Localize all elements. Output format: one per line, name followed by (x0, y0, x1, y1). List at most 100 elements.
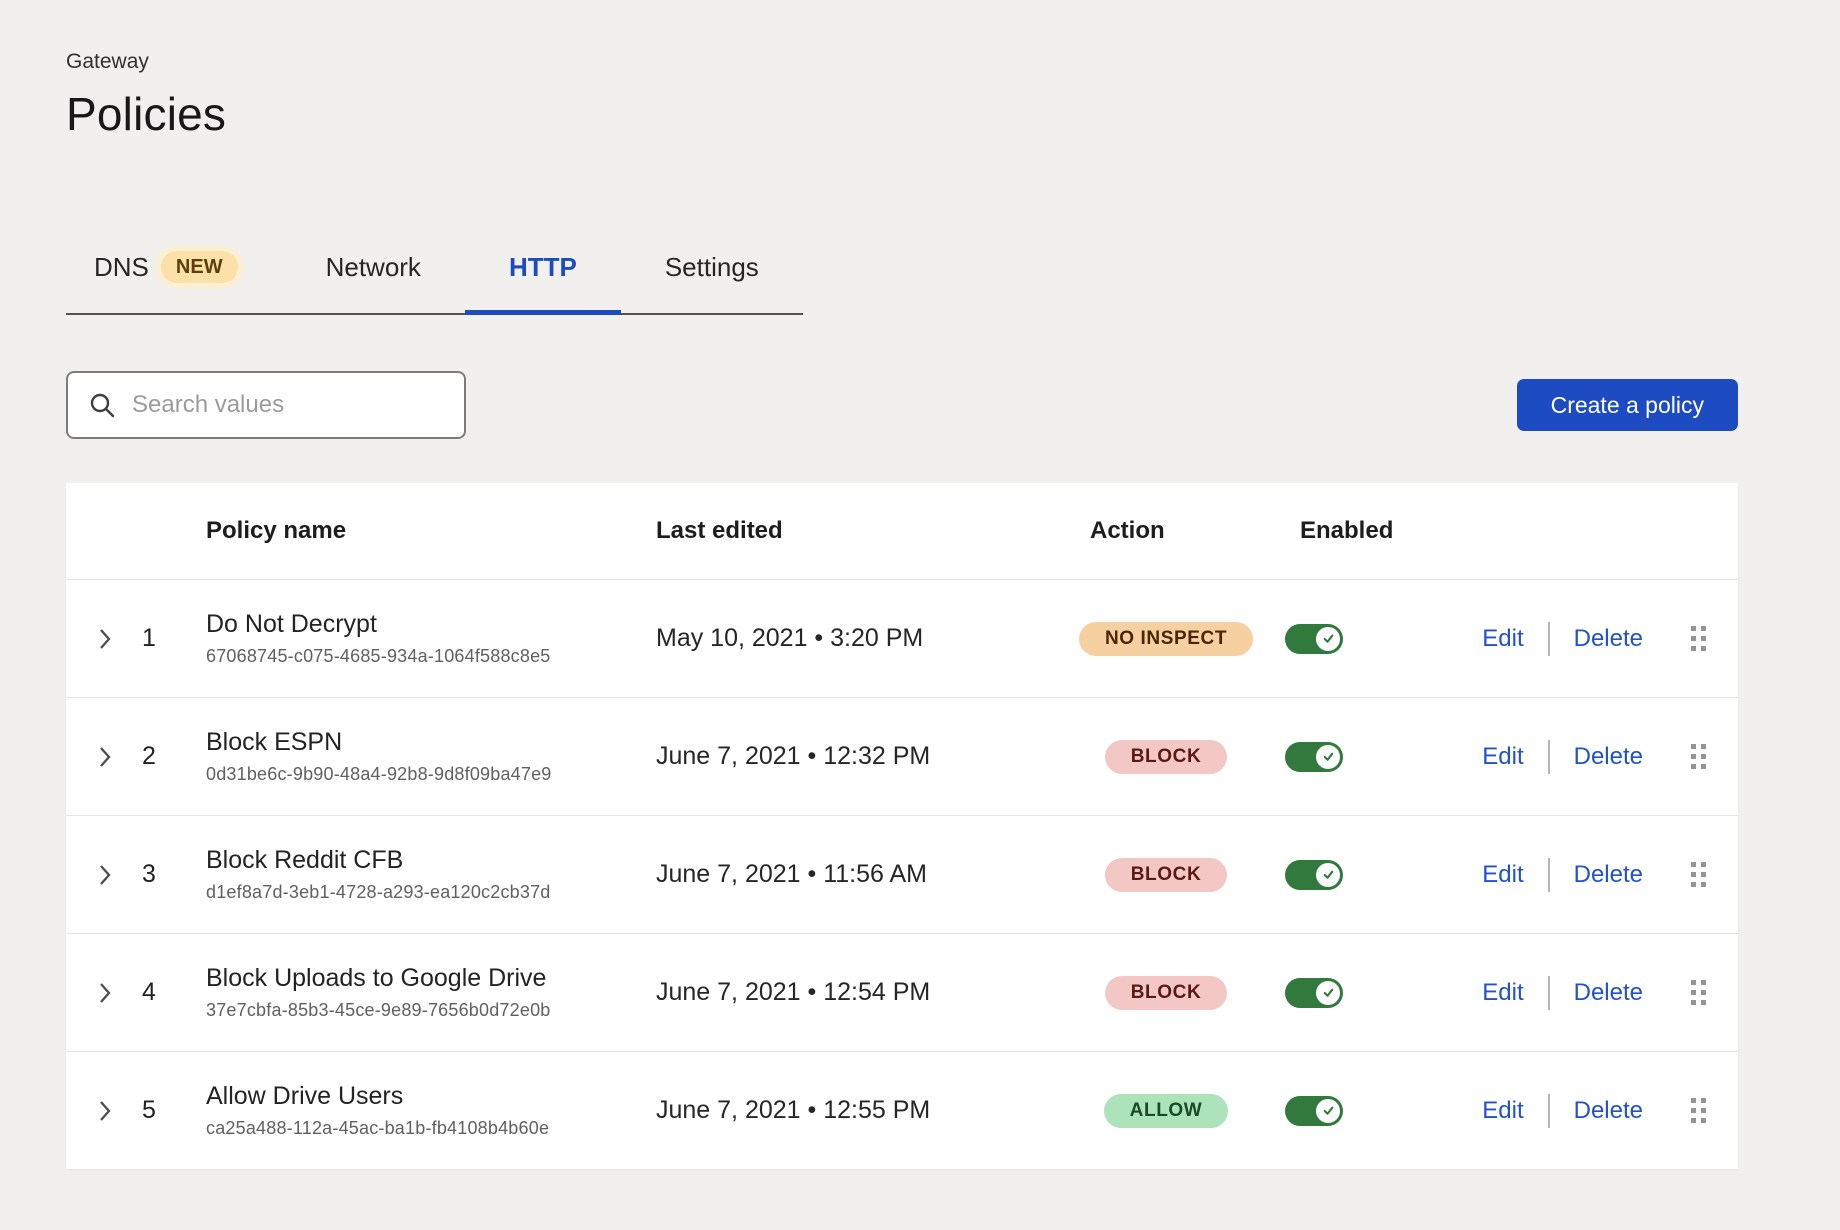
breadcrumb: Gateway (66, 50, 1738, 74)
edit-link[interactable]: Edit (1482, 979, 1523, 1007)
search-input[interactable] (132, 391, 444, 419)
link-divider (1548, 622, 1550, 656)
delete-link[interactable]: Delete (1574, 979, 1643, 1007)
expand-row-button[interactable] (66, 626, 142, 652)
tab-http[interactable]: HTTP (465, 251, 621, 313)
tab-dns-label: DNS (94, 251, 149, 283)
check-icon (1321, 867, 1336, 882)
table-row: 1 Do Not Decrypt 67068745-c075-4685-934a… (66, 579, 1738, 697)
delete-link[interactable]: Delete (1574, 1097, 1643, 1125)
tab-settings[interactable]: Settings (621, 251, 803, 313)
check-icon (1321, 631, 1336, 646)
drag-handle-icon[interactable] (1691, 862, 1706, 887)
chevron-right-icon (97, 862, 112, 888)
expand-row-button[interactable] (66, 862, 142, 888)
check-icon (1321, 1103, 1336, 1118)
edit-link[interactable]: Edit (1482, 1097, 1523, 1125)
policy-uuid: 67068745-c075-4685-934a-1064f588c8e5 (206, 646, 656, 667)
delete-link[interactable]: Delete (1574, 861, 1643, 889)
column-header-action: Action (1066, 517, 1266, 545)
row-index: 2 (142, 742, 206, 771)
delete-link[interactable]: Delete (1574, 625, 1643, 653)
table-header-row: Policy name Last edited Action Enabled (66, 483, 1738, 579)
policy-name: Allow Drive Users (206, 1082, 656, 1111)
policy-name: Block ESPN (206, 728, 656, 757)
policy-uuid: 0d31be6c-9b90-48a4-92b8-9d8f09ba47e9 (206, 764, 656, 785)
tab-network[interactable]: Network (282, 251, 465, 313)
toggle-knob (1316, 863, 1340, 887)
policy-name: Block Uploads to Google Drive (206, 964, 656, 993)
search-box[interactable] (66, 371, 466, 439)
link-divider (1548, 976, 1550, 1010)
table-row: 3 Block Reddit CFB d1ef8a7d-3eb1-4728-a2… (66, 815, 1738, 933)
table-row: 5 Allow Drive Users ca25a488-112a-45ac-b… (66, 1051, 1738, 1169)
tab-dns[interactable]: DNS NEW (66, 251, 282, 313)
chevron-right-icon (97, 1098, 112, 1124)
enabled-toggle[interactable] (1285, 978, 1343, 1008)
action-badge: NO INSPECT (1079, 622, 1253, 656)
link-divider (1548, 740, 1550, 774)
tab-settings-label: Settings (665, 251, 759, 283)
column-header-policy-name: Policy name (206, 517, 656, 545)
action-badge: BLOCK (1105, 858, 1228, 892)
last-edited: June 7, 2021 • 12:55 PM (656, 1096, 1066, 1125)
page-content: Gateway Policies DNS NEW Network HTTP Se… (0, 50, 1738, 1169)
policies-table: Policy name Last edited Action Enabled 1… (66, 483, 1738, 1169)
link-divider (1548, 1094, 1550, 1128)
drag-handle-icon[interactable] (1691, 980, 1706, 1005)
tab-network-label: Network (326, 251, 421, 283)
enabled-toggle[interactable] (1285, 860, 1343, 890)
chevron-right-icon (97, 744, 112, 770)
enabled-toggle[interactable] (1285, 742, 1343, 772)
action-badge: ALLOW (1104, 1094, 1229, 1128)
link-divider (1548, 858, 1550, 892)
chevron-right-icon (97, 980, 112, 1006)
edit-link[interactable]: Edit (1482, 743, 1523, 771)
expand-row-button[interactable] (66, 1098, 142, 1124)
toggle-knob (1316, 1099, 1340, 1123)
toggle-knob (1316, 981, 1340, 1005)
delete-link[interactable]: Delete (1574, 743, 1643, 771)
check-icon (1321, 985, 1336, 1000)
row-index: 3 (142, 860, 206, 889)
row-index: 1 (142, 624, 206, 653)
check-icon (1321, 749, 1336, 764)
last-edited: June 7, 2021 • 12:54 PM (656, 978, 1066, 1007)
expand-row-button[interactable] (66, 744, 142, 770)
enabled-toggle[interactable] (1285, 1096, 1343, 1126)
edit-link[interactable]: Edit (1482, 625, 1523, 653)
toolbar: Create a policy (66, 371, 1738, 439)
create-policy-button[interactable]: Create a policy (1517, 379, 1738, 431)
policy-name: Do Not Decrypt (206, 610, 656, 639)
policy-uuid: 37e7cbfa-85b3-45ce-9e89-7656b0d72e0b (206, 1000, 656, 1021)
action-badge: BLOCK (1105, 740, 1228, 774)
drag-handle-icon[interactable] (1691, 626, 1706, 651)
new-badge: NEW (161, 251, 238, 283)
tab-http-label: HTTP (509, 251, 577, 283)
search-icon (88, 391, 116, 419)
last-edited: June 7, 2021 • 12:32 PM (656, 742, 1066, 771)
enabled-toggle[interactable] (1285, 624, 1343, 654)
table-body: 1 Do Not Decrypt 67068745-c075-4685-934a… (66, 579, 1738, 1169)
policy-uuid: d1ef8a7d-3eb1-4728-a293-ea120c2cb37d (206, 882, 656, 903)
toggle-knob (1316, 627, 1340, 651)
column-header-enabled: Enabled (1266, 517, 1386, 545)
expand-row-button[interactable] (66, 980, 142, 1006)
row-index: 4 (142, 978, 206, 1007)
toggle-knob (1316, 745, 1340, 769)
tab-bar: DNS NEW Network HTTP Settings (66, 251, 803, 315)
row-index: 5 (142, 1096, 206, 1125)
drag-handle-icon[interactable] (1691, 1098, 1706, 1123)
edit-link[interactable]: Edit (1482, 861, 1523, 889)
column-header-last-edited: Last edited (656, 517, 1066, 545)
policy-name: Block Reddit CFB (206, 846, 656, 875)
table-row: 2 Block ESPN 0d31be6c-9b90-48a4-92b8-9d8… (66, 697, 1738, 815)
table-row: 4 Block Uploads to Google Drive 37e7cbfa… (66, 933, 1738, 1051)
drag-handle-icon[interactable] (1691, 744, 1706, 769)
action-badge: BLOCK (1105, 976, 1228, 1010)
policy-uuid: ca25a488-112a-45ac-ba1b-fb4108b4b60e (206, 1118, 656, 1139)
last-edited: June 7, 2021 • 11:56 AM (656, 860, 1066, 889)
last-edited: May 10, 2021 • 3:20 PM (656, 624, 1066, 653)
chevron-right-icon (97, 626, 112, 652)
page-title: Policies (66, 87, 1738, 141)
